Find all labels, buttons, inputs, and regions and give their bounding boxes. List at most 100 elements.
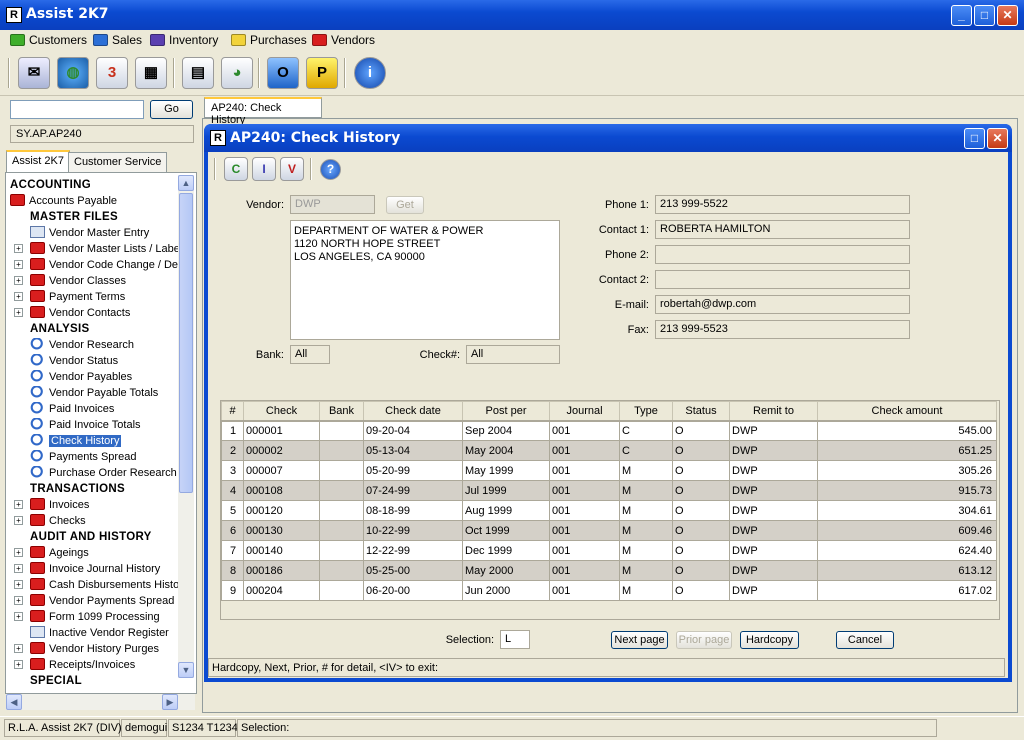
tab-customer-service[interactable]: Customer Service [68, 152, 168, 172]
mail-icon[interactable]: ✉ [18, 57, 50, 89]
tree-item[interactable]: Purchase Order Research [30, 465, 177, 481]
tree-item[interactable]: + Payment Terms [14, 289, 125, 305]
tree-item[interactable]: Vendor Master Entry [30, 225, 149, 241]
selection-input[interactable]: L [500, 630, 530, 649]
column-header[interactable]: Post per [462, 401, 550, 422]
calculator-icon[interactable]: ▦ [135, 57, 167, 89]
menu-customers[interactable]: Customers [10, 33, 87, 47]
expand-icon[interactable]: + [14, 612, 23, 621]
hardcopy-button[interactable]: Hardcopy [740, 631, 799, 649]
scroll-up-icon[interactable]: ▲ [178, 175, 194, 191]
expand-icon[interactable]: + [14, 308, 23, 317]
menu-path-field[interactable]: SY.AP.AP240 [10, 125, 194, 143]
scroll-down-icon[interactable]: ▼ [178, 662, 194, 678]
column-header[interactable]: Check [243, 401, 320, 422]
contact-field[interactable] [655, 270, 910, 289]
p-icon[interactable]: P [306, 57, 338, 89]
column-header[interactable]: Journal [549, 401, 620, 422]
tree-item[interactable]: Inactive Vendor Register [30, 625, 169, 641]
column-header[interactable]: # [221, 401, 244, 422]
menu-inventory[interactable]: Inventory [150, 33, 218, 47]
check-number-field[interactable]: All [466, 345, 560, 364]
table-row[interactable]: 4 000108 07-24-99 Jul 1999 001 M O DWP 915.73 [221, 480, 997, 501]
scroll-left-icon[interactable]: ◀ [6, 694, 22, 710]
table-row[interactable]: 5 000120 08-18-99 Aug 1999 001 M O DWP 304.61 [221, 500, 997, 521]
window-close-button[interactable]: ✕ [987, 128, 1008, 149]
expand-icon[interactable]: + [14, 292, 23, 301]
calendar-icon[interactable]: 3 [96, 57, 128, 89]
table-row[interactable]: 2 000002 05-13-04 May 2004 001 C O DWP 651.25 [221, 440, 997, 461]
tree-item[interactable]: Accounts Payable [10, 193, 117, 209]
tree-item[interactable]: + Vendor Contacts [14, 305, 130, 321]
tree-item[interactable]: + Ageings [14, 545, 89, 561]
next-page-button[interactable]: Next page [611, 631, 668, 649]
tree-item[interactable]: Vendor Payable Totals [30, 385, 158, 401]
column-header[interactable]: Status [672, 401, 730, 422]
expand-icon[interactable]: + [14, 260, 23, 269]
tab-assist-2k7[interactable]: Assist 2K7 [6, 150, 70, 173]
tree-horizontal-scrollbar[interactable]: ◀ ▶ [6, 694, 195, 710]
vendor-field[interactable]: DWP [290, 195, 375, 214]
help-icon[interactable]: ? [320, 159, 341, 180]
tree-item[interactable]: + Cash Disbursements Histor [14, 577, 183, 593]
tree-item[interactable]: + Vendor Code Change / Dele [14, 257, 187, 273]
form-icon[interactable]: ▤ [182, 57, 214, 89]
tree-item[interactable]: Vendor Payables [30, 369, 132, 385]
expand-icon[interactable]: + [14, 244, 23, 253]
contact-field[interactable] [655, 245, 910, 264]
menu-sales[interactable]: Sales [93, 33, 142, 47]
tree-item[interactable]: Payments Spread [30, 449, 136, 465]
menu-purchases[interactable]: Purchases [231, 33, 307, 47]
tree-item[interactable]: + Vendor Master Lists / Label [14, 241, 182, 257]
tree-item[interactable]: + Invoices [14, 497, 89, 513]
tree-item[interactable]: + Form 1099 Processing [14, 609, 160, 625]
column-header[interactable]: Remit to [729, 401, 818, 422]
prior-page-button[interactable]: Prior page [676, 631, 732, 649]
contact-field[interactable]: robertah@dwp.com [655, 295, 910, 314]
bank-field[interactable]: All [290, 345, 330, 364]
contact-field[interactable]: ROBERTA HAMILTON [655, 220, 910, 239]
vendor-address-box[interactable]: DEPARTMENT OF WATER & POWER 1120 NORTH H… [290, 220, 560, 340]
tree-item[interactable]: + Checks [14, 513, 86, 529]
cancel-button[interactable]: Cancel [836, 631, 894, 649]
table-row[interactable]: 8 000186 05-25-00 May 2000 001 M O DWP 613.12 [221, 560, 997, 581]
column-header[interactable]: Check date [363, 401, 463, 422]
tab-ap240[interactable]: AP240: Check History [204, 97, 322, 126]
table-row[interactable]: 7 000140 12-22-99 Dec 1999 001 M O DWP 624.40 [221, 540, 997, 561]
tree-item[interactable]: + Invoice Journal History [14, 561, 160, 577]
tree-item[interactable]: Check History [30, 433, 122, 449]
tree-item[interactable]: Vendor Research [30, 337, 134, 353]
expand-icon[interactable]: + [14, 548, 23, 557]
table-row[interactable]: 3 000007 05-20-99 May 1999 001 M O DWP 305.26 [221, 460, 997, 481]
tree-item[interactable]: Vendor Status [30, 353, 118, 369]
contact-field[interactable]: 213 999-5522 [655, 195, 910, 214]
close-button[interactable]: ✕ [997, 5, 1018, 26]
column-header[interactable]: Check amount [817, 401, 997, 422]
tree-vertical-scrollbar[interactable]: ▲ ▼ [178, 175, 194, 678]
search-input[interactable] [10, 100, 144, 119]
scroll-right-icon[interactable]: ▶ [162, 694, 178, 710]
column-header[interactable]: Bank [319, 401, 364, 422]
v-icon[interactable]: V [280, 157, 304, 181]
get-button[interactable]: Get [386, 196, 424, 214]
table-row[interactable]: 6 000130 10-22-99 Oct 1999 001 M O DWP 609.46 [221, 520, 997, 541]
column-header[interactable]: Type [619, 401, 673, 422]
tree-item[interactable]: + Vendor History Purges [14, 641, 159, 657]
expand-icon[interactable]: + [14, 276, 23, 285]
i-icon[interactable]: I [252, 157, 276, 181]
tree-item[interactable]: + Receipts/Invoices [14, 657, 135, 673]
menu-vendors[interactable]: Vendors [312, 33, 375, 47]
tree-item[interactable]: + Vendor Payments Spread R [14, 593, 185, 609]
info-icon[interactable]: i [354, 57, 386, 89]
window-maximize-button[interactable]: □ [964, 128, 985, 149]
c-icon[interactable]: C [224, 157, 248, 181]
contact-field[interactable]: 213 999-5523 [655, 320, 910, 339]
expand-icon[interactable]: + [14, 580, 23, 589]
tree-item[interactable]: + Vendor Classes [14, 273, 126, 289]
table-row[interactable]: 1 000001 09-20-04 Sep 2004 001 C O DWP 545.00 [221, 420, 997, 441]
expand-icon[interactable]: + [14, 564, 23, 573]
expand-icon[interactable]: + [14, 596, 23, 605]
expand-icon[interactable]: + [14, 660, 23, 669]
expand-icon[interactable]: + [14, 500, 23, 509]
maximize-button[interactable]: □ [974, 5, 995, 26]
